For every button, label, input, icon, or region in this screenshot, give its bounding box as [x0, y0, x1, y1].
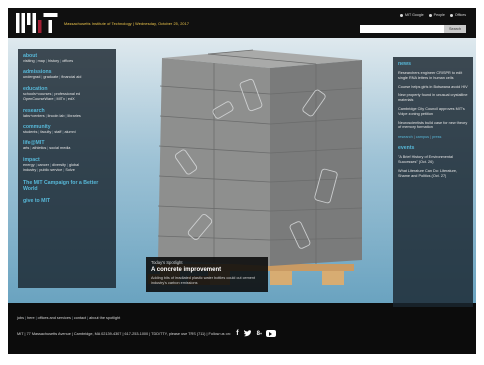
news-heading[interactable]: news — [398, 61, 468, 67]
nav-link-history[interactable]: history — [48, 59, 59, 63]
nav-link-alumni[interactable]: alumni — [64, 130, 75, 134]
news-link-campus[interactable]: campus — [416, 135, 429, 139]
right-sidebar: news Researchers engineer CRISPR to edit… — [393, 57, 473, 307]
nav-link-mitx[interactable]: MITx — [56, 97, 64, 101]
left-navigation: about visiting|map|history|offices admis… — [18, 49, 116, 288]
nav-link-financial-aid[interactable]: financial aid — [61, 75, 81, 79]
twitter-icon[interactable] — [244, 329, 253, 338]
youtube-icon[interactable] — [265, 330, 276, 337]
news-sub-links: research|campus|press — [398, 135, 442, 140]
footer-link-about-spotlight[interactable]: about the spotlight — [89, 316, 120, 320]
header-bar: Massachusetts Institute of Technology | … — [8, 8, 476, 38]
spotlight-caption[interactable]: Today's Spotlight A concrete improvement… — [146, 257, 268, 292]
footer-link-jobs[interactable]: jobs — [17, 316, 24, 320]
nav-link-graduate[interactable]: graduate — [43, 75, 58, 79]
top-link-people[interactable]: People — [428, 13, 445, 17]
nav-links-education: schools+courses|professional ed OpenCour… — [23, 91, 81, 102]
news-link-research[interactable]: research — [398, 135, 413, 139]
nav-link-global[interactable]: global — [69, 163, 79, 167]
nav-link-students[interactable]: students — [23, 130, 37, 134]
top-link-mit-google[interactable]: MIT Google — [399, 13, 424, 17]
nav-link-visiting[interactable]: visiting — [23, 59, 35, 63]
nav-link-offices[interactable]: offices — [62, 59, 73, 63]
nav-link-athletics[interactable]: athletics — [32, 146, 46, 150]
nav-links-admissions: undergrad|graduate|financial aid — [23, 75, 82, 80]
nav-links-community: students|faculty|staff|alumni — [23, 130, 76, 135]
concrete-stack-graphic — [157, 49, 363, 266]
top-links: MIT Google People Offices — [399, 13, 466, 17]
bullet-icon — [428, 13, 432, 17]
nav-link-faculty[interactable]: faculty — [40, 130, 51, 134]
footer-link-here[interactable]: here — [27, 316, 35, 320]
nav-link-energy[interactable]: energy — [23, 163, 35, 167]
news-item[interactable]: Course helps girls in Botswana avoid HIV — [398, 85, 468, 90]
spotlight-title[interactable]: A concrete improvement — [151, 267, 263, 273]
search-form: Search — [360, 25, 466, 33]
news-item[interactable]: New property found in unusual crystallin… — [398, 93, 468, 103]
search-button[interactable]: Search — [444, 25, 466, 33]
facebook-icon[interactable]: f — [233, 329, 242, 338]
search-input[interactable] — [360, 25, 444, 33]
footer-links: jobs|here|offices and services|contact|a… — [17, 316, 121, 320]
nav-link-social-media[interactable]: social media — [49, 146, 70, 150]
news-item[interactable]: Researchers engineer CRISPR to edit sing… — [398, 71, 468, 81]
news-item[interactable]: Neuroscientists build case for new theor… — [398, 121, 468, 131]
nav-links-about: visiting|map|history|offices — [23, 59, 74, 63]
top-link-label: MIT Google — [404, 13, 424, 17]
nav-link-map[interactable]: map — [38, 59, 45, 63]
event-item[interactable]: What Literature Can Do: Literature, Sham… — [398, 169, 468, 179]
bullet-icon — [399, 13, 403, 17]
footer-link-contact[interactable]: contact — [74, 316, 86, 320]
google-plus-icon[interactable]: 8 + — [255, 329, 264, 338]
nav-link-edx[interactable]: edX — [68, 97, 75, 101]
nav-link-diversity[interactable]: diversity — [52, 163, 66, 167]
spotlight-description: Adding bits of irradiated plastic water … — [151, 276, 256, 285]
top-link-offices[interactable]: Offices — [449, 13, 466, 17]
events-heading[interactable]: events — [398, 145, 468, 151]
nav-link-lincoln-lab[interactable]: lincoln lab — [48, 114, 65, 118]
campaign-link[interactable]: The MIT Campaign for a Better World — [23, 180, 111, 193]
nav-link-undergrad[interactable]: undergrad — [23, 75, 40, 79]
footer-info: MIT | 77 Massachusetts Avenue | Cambridg… — [17, 329, 467, 338]
nav-links-impact: energy|cancer|diversity|global industry|… — [23, 162, 80, 173]
nav-link-industry[interactable]: industry — [23, 168, 36, 172]
bullet-icon — [449, 13, 453, 17]
nav-link-professional-ed[interactable]: professional ed — [54, 92, 80, 96]
top-link-label: People — [433, 13, 445, 17]
nav-link-labs-centers[interactable]: labs+centers — [23, 114, 45, 118]
footer-address: MIT | 77 Massachusetts Avenue | Cambridg… — [17, 331, 231, 336]
page-frame: Massachusetts Institute of Technology | … — [8, 8, 476, 354]
nav-links-life-at-mit: arts|athletics|social media — [23, 146, 71, 151]
event-item[interactable]: "A Brief History of Environmental Succes… — [398, 155, 468, 165]
footer: jobs|here|offices and services|contact|a… — [8, 308, 476, 354]
news-link-press[interactable]: press — [432, 135, 441, 139]
nav-link-cancer[interactable]: cancer — [38, 163, 49, 167]
top-link-label: Offices — [454, 13, 466, 17]
nav-link-public-service[interactable]: public service — [39, 168, 62, 172]
nav-link-schools-courses[interactable]: schools+courses — [23, 92, 51, 96]
news-item[interactable]: Cambridge City Council approves MIT's Vo… — [398, 107, 468, 117]
nav-link-solve[interactable]: Solve — [65, 168, 75, 172]
footer-link-offices-services[interactable]: offices and services — [38, 316, 71, 320]
give-link[interactable]: give to MIT — [23, 198, 111, 204]
mit-logo[interactable] — [16, 13, 58, 33]
nav-link-libraries[interactable]: libraries — [68, 114, 81, 118]
nav-link-opencourseware[interactable]: OpenCourseWare — [23, 97, 53, 101]
spotlight-kicker: Today's Spotlight — [151, 260, 183, 265]
site-tagline: Massachusetts Institute of Technology | … — [64, 22, 190, 26]
nav-links-research: labs+centers|lincoln lab|libraries — [23, 113, 81, 118]
